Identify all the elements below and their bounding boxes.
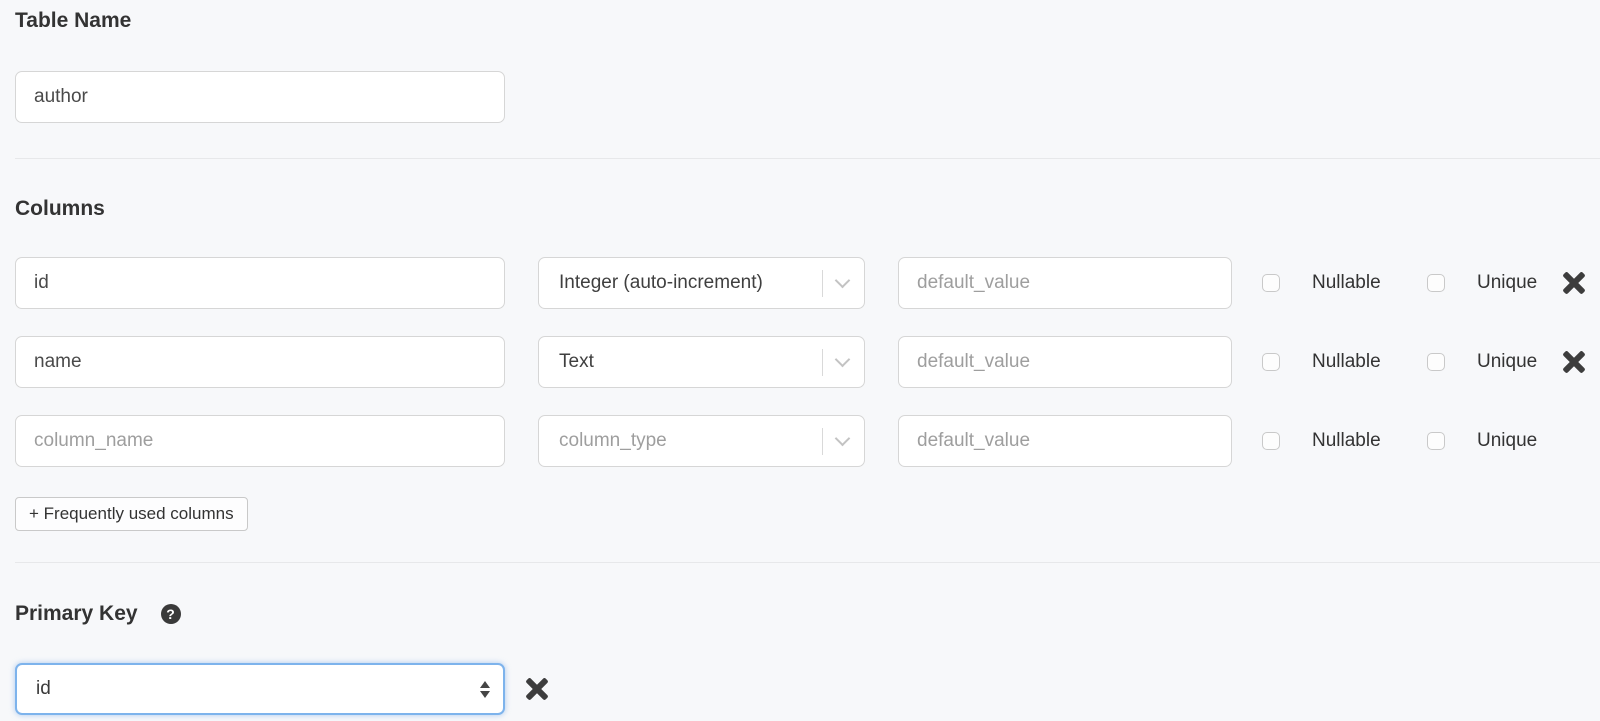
add-table-form: Table Name Columns Integer (auto-increme… <box>0 0 1600 715</box>
column-name-input[interactable] <box>15 336 505 388</box>
column-row: Integer (auto-increment) Nullable Unique <box>15 257 1600 309</box>
section-divider <box>15 158 1600 159</box>
unique-checkbox[interactable] <box>1427 432 1445 450</box>
column-row: Text Nullable Unique <box>15 336 1600 388</box>
remove-primary-key-icon[interactable] <box>524 677 550 701</box>
nullable-label: Nullable <box>1312 351 1427 373</box>
unique-label: Unique <box>1477 430 1561 452</box>
remove-column-icon[interactable] <box>1561 350 1587 374</box>
unique-checkbox[interactable] <box>1427 353 1445 371</box>
chevron-down-icon <box>835 430 851 446</box>
column-type-select[interactable]: column_type <box>538 415 865 467</box>
select-separator <box>822 270 823 297</box>
nullable-label: Nullable <box>1312 272 1427 294</box>
nullable-checkbox[interactable] <box>1262 274 1280 292</box>
column-name-input[interactable] <box>15 257 505 309</box>
unique-label: Unique <box>1477 351 1561 373</box>
nullable-label: Nullable <box>1312 430 1427 452</box>
column-type-select[interactable]: Integer (auto-increment) <box>538 257 865 309</box>
column-name-input[interactable] <box>15 415 505 467</box>
frequently-used-columns-button[interactable]: + Frequently used columns <box>15 497 248 531</box>
remove-column-icon[interactable] <box>1561 271 1587 295</box>
primary-key-heading-row: Primary Key ? <box>15 602 1600 626</box>
table-name-heading: Table Name <box>15 9 1600 33</box>
chevron-down-icon <box>835 272 851 288</box>
primary-key-row: id <box>15 663 1600 715</box>
columns-rows: Integer (auto-increment) Nullable Unique… <box>15 257 1600 467</box>
nullable-checkbox[interactable] <box>1262 353 1280 371</box>
table-name-input[interactable] <box>15 71 505 123</box>
select-separator <box>822 349 823 376</box>
primary-key-value: id <box>36 678 480 700</box>
default-value-input[interactable] <box>898 257 1232 309</box>
default-value-input[interactable] <box>898 336 1232 388</box>
column-row: column_type Nullable Unique <box>15 415 1600 467</box>
nullable-checkbox[interactable] <box>1262 432 1280 450</box>
column-type-value: Text <box>559 351 822 373</box>
unique-checkbox[interactable] <box>1427 274 1445 292</box>
column-type-value: Integer (auto-increment) <box>559 272 822 294</box>
select-stepper-icon <box>480 681 490 698</box>
select-separator <box>822 428 823 455</box>
column-type-select[interactable]: Text <box>538 336 865 388</box>
primary-key-heading: Primary Key <box>15 602 138 626</box>
primary-key-select[interactable]: id <box>15 663 505 715</box>
section-divider <box>15 562 1600 563</box>
columns-heading: Columns <box>15 197 1600 221</box>
chevron-down-icon <box>835 351 851 367</box>
help-question-icon[interactable]: ? <box>161 604 181 624</box>
unique-label: Unique <box>1477 272 1561 294</box>
default-value-input[interactable] <box>898 415 1232 467</box>
column-type-placeholder: column_type <box>559 430 822 452</box>
